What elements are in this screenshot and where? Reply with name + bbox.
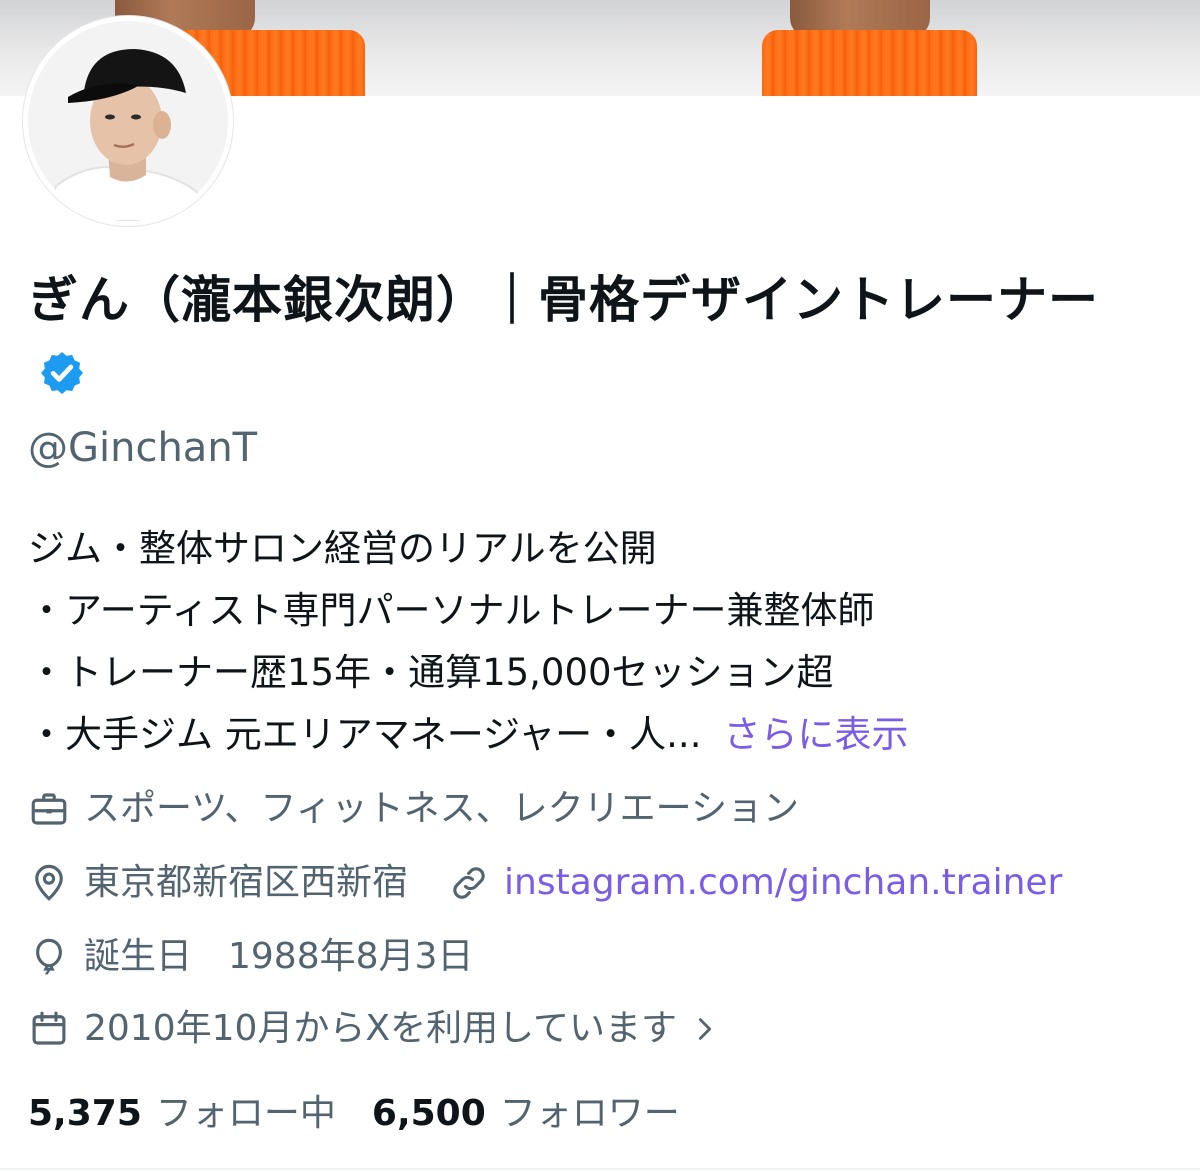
- profile-joined[interactable]: 2010年10月からXを利用しています: [28, 1005, 733, 1053]
- location-text: 東京都新宿区西新宿: [84, 862, 409, 903]
- user-handle: @GinchanT: [28, 425, 258, 471]
- following-link[interactable]: 5,375 フォロー中: [28, 1093, 336, 1134]
- follow-stats: 5,375 フォロー中 6,500 フォロワー: [28, 1090, 680, 1138]
- followers-link[interactable]: 6,500 フォロワー: [372, 1093, 680, 1134]
- display-name-text: ぎん（瀧本銀次朗）｜骨格デザイントレーナー: [28, 271, 1099, 329]
- show-more-link[interactable]: さらに表示: [723, 713, 908, 756]
- banner-figure-right-shorts: [762, 30, 977, 96]
- bio-line: ・アーティスト専門パーソナルトレーナー兼整体師: [28, 589, 875, 632]
- followers-label: フォロワー: [499, 1093, 680, 1134]
- balloon-icon: [36, 938, 62, 975]
- calendar-icon: [32, 1011, 66, 1045]
- following-label: フォロー中: [155, 1093, 336, 1134]
- bio-line-text: ・大手ジム 元エリアマネージャー・人...: [28, 713, 702, 756]
- avatar-image: [28, 21, 228, 221]
- divider: [0, 1168, 1200, 1170]
- bio-line: ジム・整体サロン経営のリアルを公開: [28, 527, 657, 570]
- birthday-text: 誕生日 1988年8月3日: [84, 936, 474, 977]
- website-link[interactable]: instagram.com/ginchan.trainer: [504, 859, 1062, 907]
- profile-category: スポーツ、フィットネス、レクリエーション: [28, 785, 799, 833]
- category-text: スポーツ、フィットネス、レクリエーション: [84, 788, 799, 829]
- briefcase-icon: [31, 793, 67, 825]
- link-icon: [453, 867, 485, 899]
- display-name: ぎん（瀧本銀次朗）｜骨格デザイントレーナー: [28, 262, 1148, 418]
- location-pin-icon: [35, 864, 63, 901]
- avatar[interactable]: [23, 16, 233, 226]
- profile-birthday: 誕生日 1988年8月3日: [28, 933, 473, 981]
- following-count: 5,375: [28, 1093, 142, 1134]
- bio-line-last: ・大手ジム 元エリアマネージャー・人... さらに表示: [28, 704, 1178, 766]
- bio-line: ・トレーナー歴15年・通算15,000セッション超: [28, 651, 834, 694]
- followers-count: 6,500: [371, 1093, 486, 1134]
- verified-badge-icon[interactable]: [38, 342, 86, 418]
- joined-text: 2010年10月からXを利用しています: [84, 1008, 678, 1049]
- profile-location-website: 東京都新宿区西新宿 instagram.com/ginchan.trainer: [28, 859, 1062, 907]
- bio: ジム・整体サロン経営のリアルを公開 ・アーティスト専門パーソナルトレーナー兼整体…: [28, 518, 1178, 766]
- chevron-right-icon[interactable]: [691, 1015, 719, 1043]
